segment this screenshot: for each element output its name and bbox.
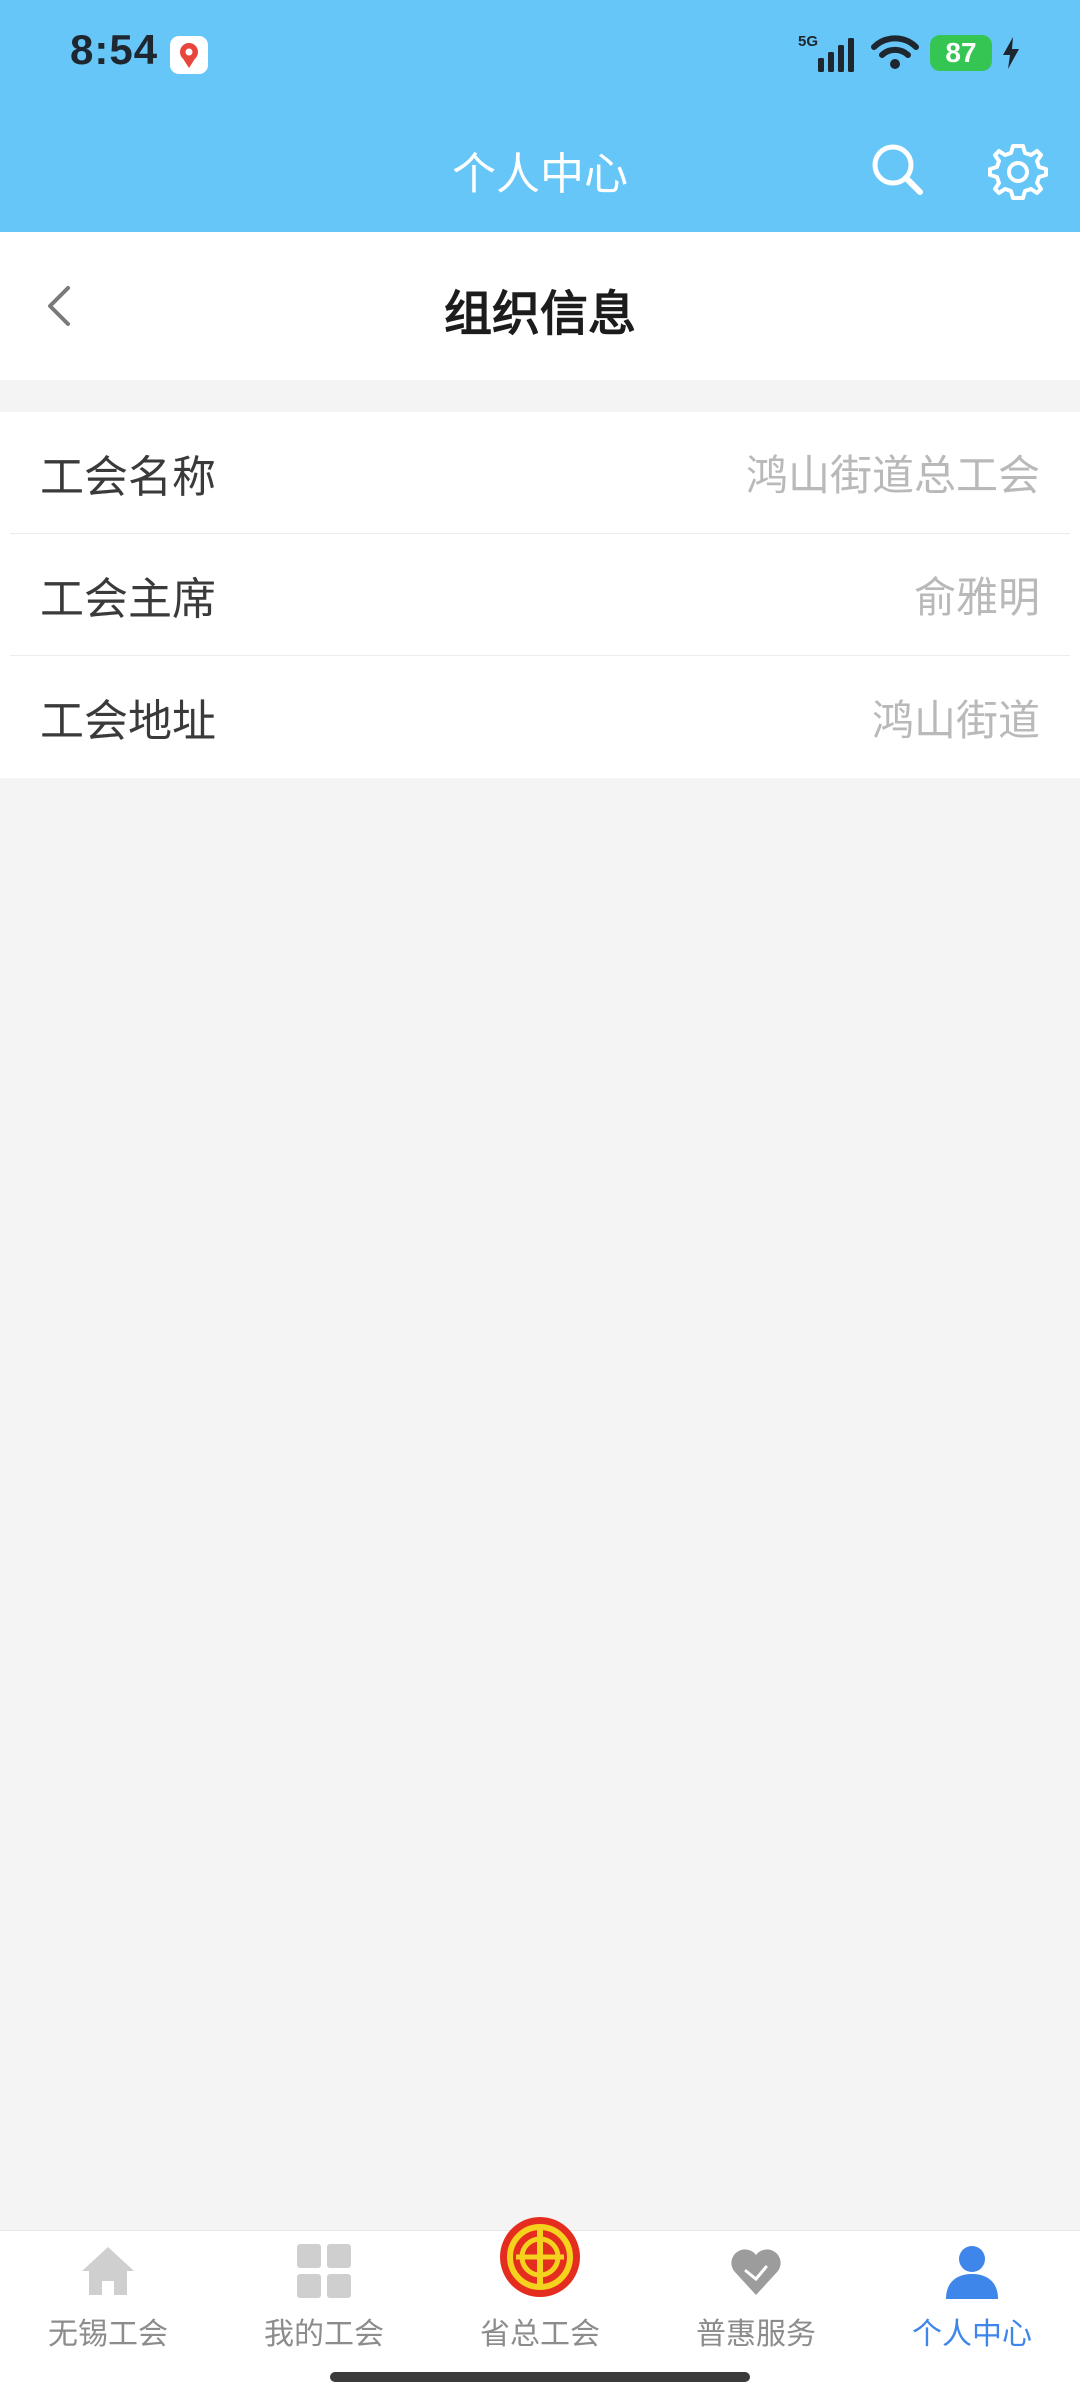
- heart-icon: [731, 2249, 781, 2295]
- wifi-icon: [871, 35, 919, 69]
- top-header: 8:54 5G 87 个人中心: [0, 0, 1080, 232]
- info-row-union-address: 工会地址 鸿山街道: [10, 656, 1070, 778]
- home-icon: [82, 2247, 134, 2295]
- svg-text:5G: 5G: [798, 33, 818, 50]
- map-app-icon: [170, 36, 208, 74]
- page-header: 组织信息: [0, 232, 1080, 380]
- page-title: 组织信息: [443, 286, 636, 342]
- tab-my-union[interactable]: 我的工会: [216, 2231, 432, 2361]
- charging-bolt-icon: [1003, 37, 1019, 69]
- search-icon: [872, 144, 923, 195]
- org-info-list: 工会名称 鸿山街道总工会 工会主席 俞雅明 工会地址 鸿山街道: [0, 412, 1080, 778]
- tab-label: 省总工会: [480, 2317, 600, 2352]
- row-label: 工会地址: [40, 696, 216, 747]
- union-emblem-icon: [500, 2217, 580, 2297]
- info-row-union-name: 工会名称 鸿山街道总工会: [10, 412, 1070, 534]
- row-value: 鸿山街道总工会: [745, 451, 1040, 500]
- battery-indicator: 87: [930, 35, 992, 71]
- tab-personal-center[interactable]: 个人中心: [864, 2231, 1080, 2361]
- person-icon: [946, 2246, 998, 2299]
- tab-label: 普惠服务: [696, 2317, 816, 2352]
- home-indicator[interactable]: [330, 2372, 750, 2382]
- row-label: 工会名称: [40, 451, 216, 503]
- settings-button[interactable]: [988, 140, 1048, 200]
- cellular-signal-icon: 5G: [798, 33, 854, 72]
- status-time: 8:54: [70, 26, 159, 73]
- row-label: 工会主席: [40, 573, 216, 625]
- row-value: 俞雅明: [913, 573, 1040, 622]
- row-value: 鸿山街道: [871, 695, 1040, 745]
- tab-benefit-services[interactable]: 普惠服务: [648, 2231, 864, 2361]
- tab-wuxi-union[interactable]: 无锡工会: [0, 2231, 216, 2361]
- info-row-union-chairman: 工会主席 俞雅明: [10, 534, 1070, 656]
- search-button[interactable]: [868, 140, 928, 200]
- gear-icon: [988, 144, 1048, 200]
- tab-label: 无锡工会: [48, 2317, 168, 2352]
- grid-icon: [297, 2244, 351, 2298]
- status-indicators: 5G 87: [798, 28, 1020, 78]
- tab-label: 我的工会: [264, 2317, 384, 2352]
- tab-provincial-union[interactable]: 省总工会: [432, 2217, 648, 2361]
- tab-label: 个人中心: [912, 2317, 1032, 2352]
